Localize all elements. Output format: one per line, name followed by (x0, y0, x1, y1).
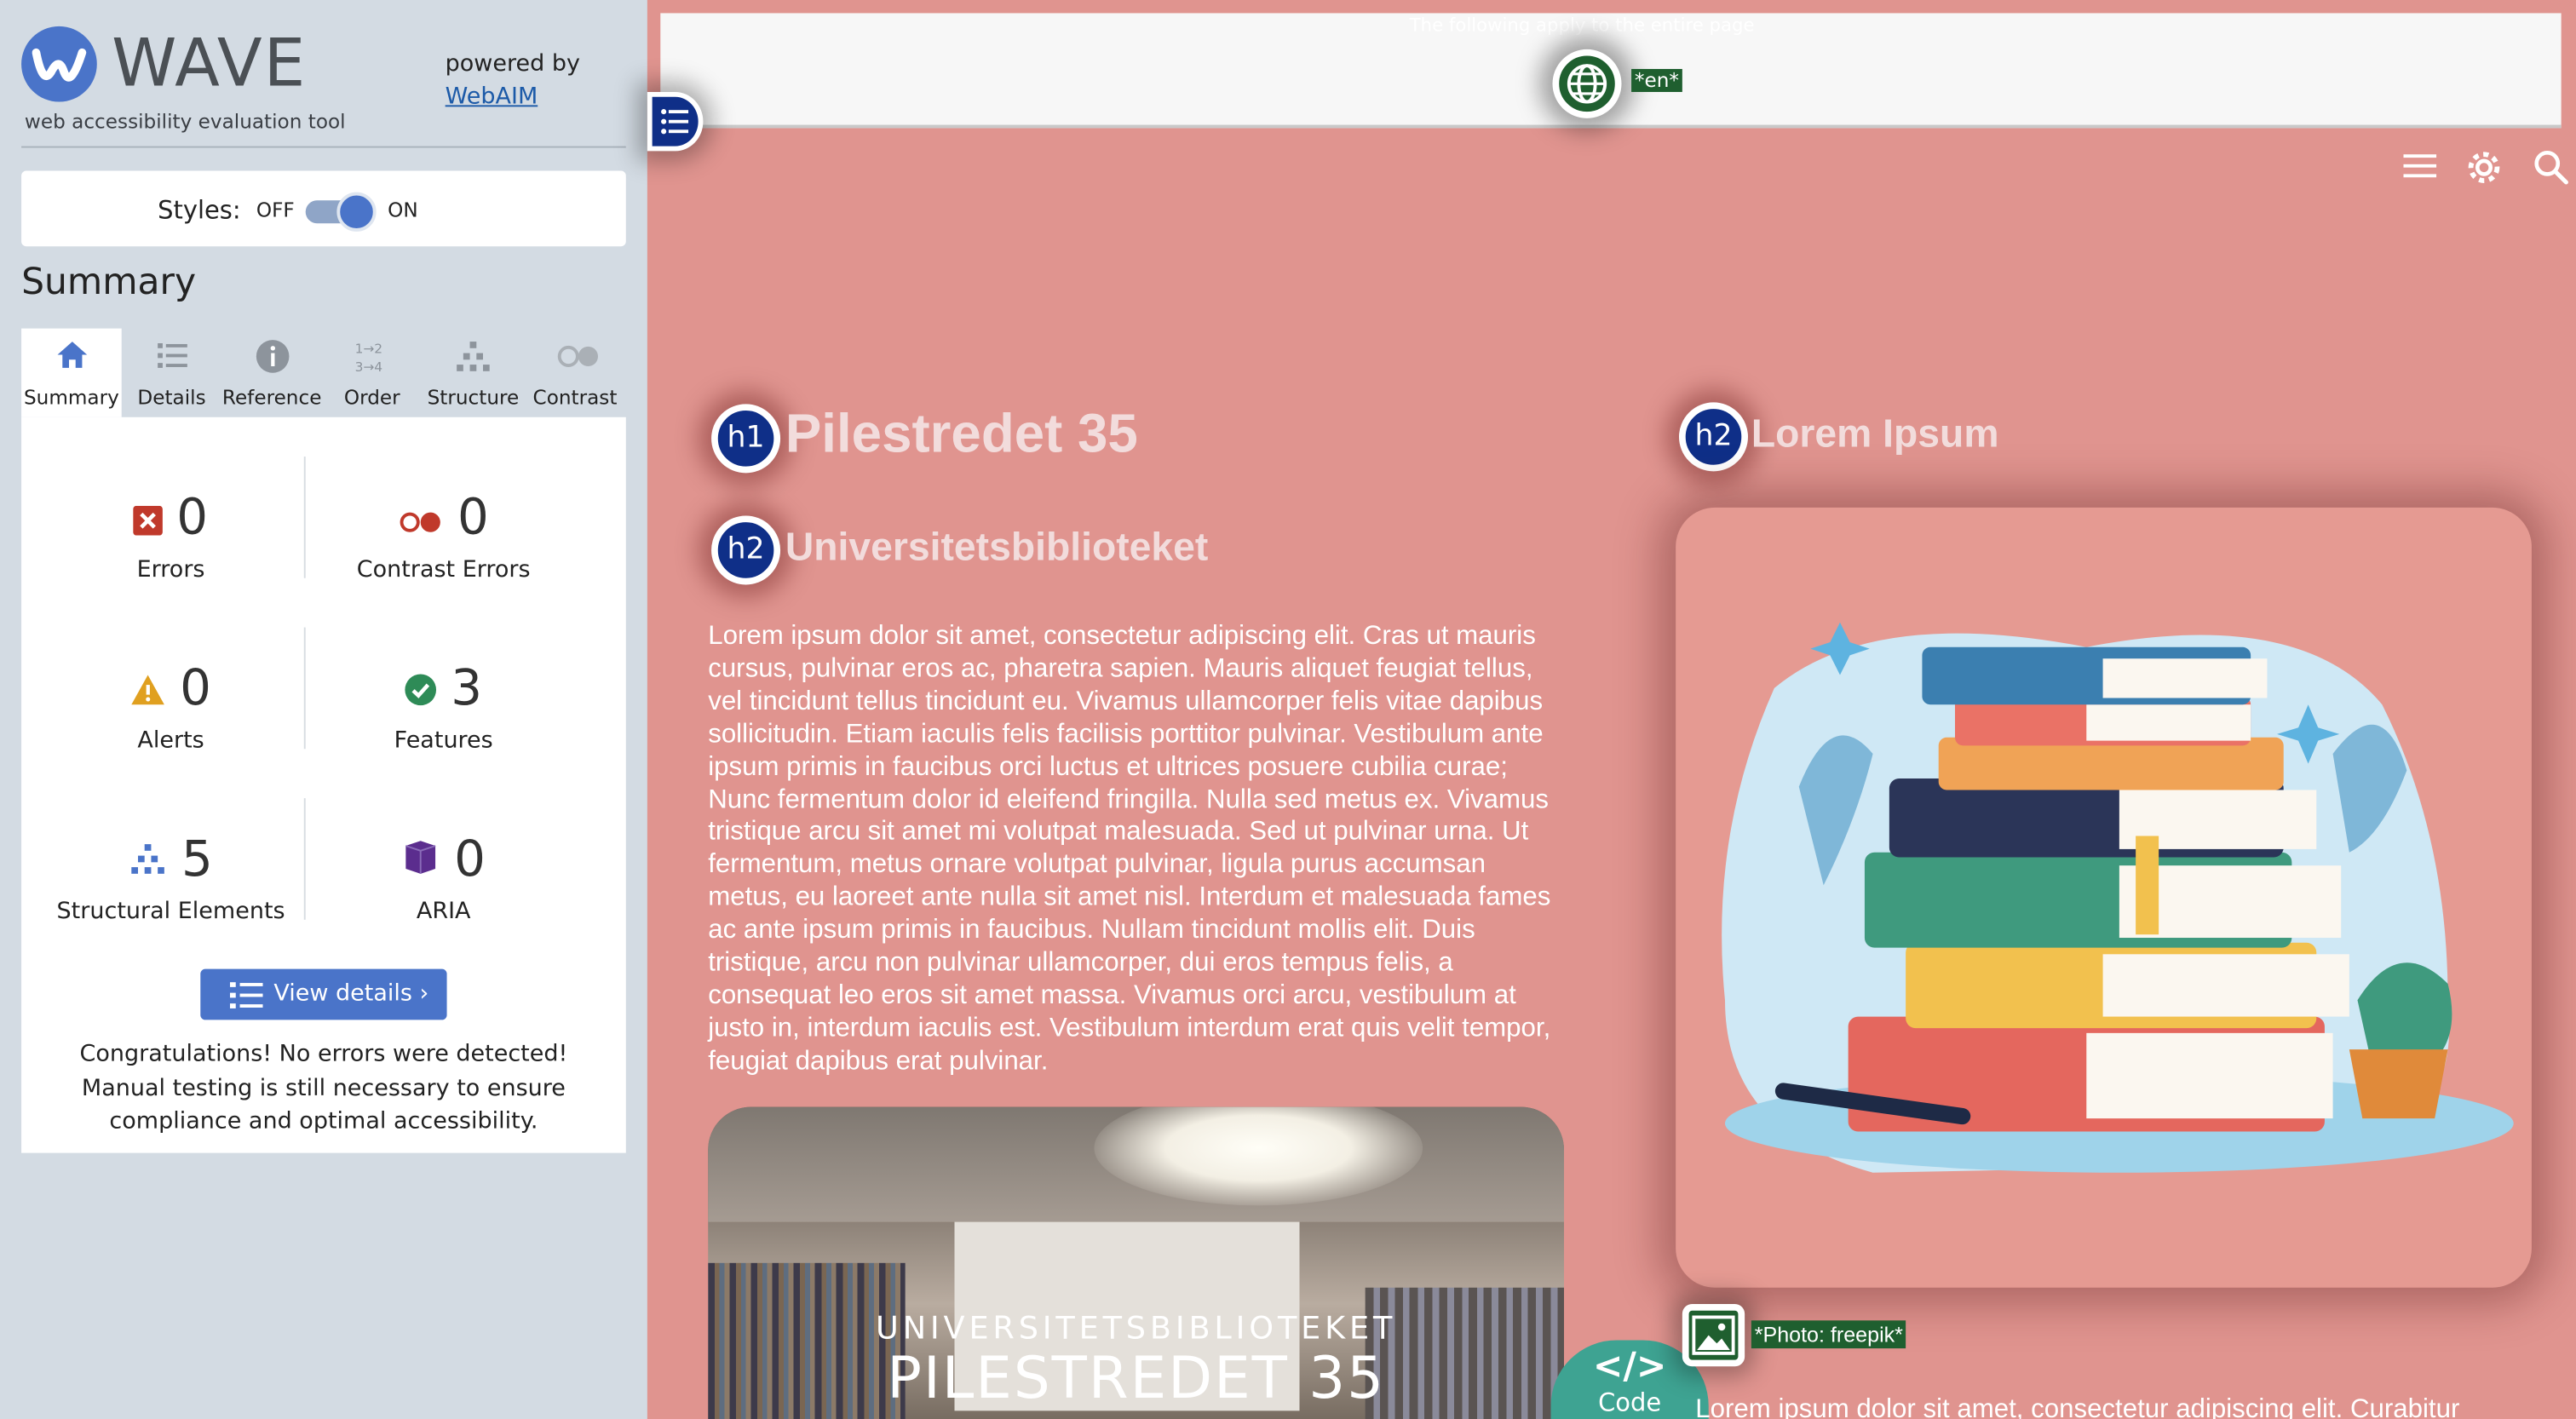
view-details-button[interactable]: View details › (200, 968, 447, 1020)
tab-structure-label: Structure (427, 386, 520, 410)
divider (303, 457, 306, 578)
h1-badge[interactable]: h1 (711, 404, 781, 474)
congrats-message: Congratulations! No errors were detected… (79, 1041, 568, 1135)
contrast-error-icon (399, 491, 445, 549)
tab-details[interactable]: Details (122, 329, 222, 417)
library-photo: UNIVERSITETSBIBLIOTEKET PILESTREDET 35 (708, 1106, 1564, 1419)
search-icon[interactable] (2532, 148, 2571, 198)
view-details-label: View details › (273, 980, 429, 1008)
skip-text: The following apply to the entire page (1409, 14, 1755, 37)
contrast-errors-label: Contrast Errors (356, 555, 531, 583)
page-h2-left: Universitetsbiblioteket (785, 526, 1209, 571)
contrast-errors-count: 0 (457, 489, 489, 548)
errors-summary[interactable]: 0 Errors (39, 490, 302, 583)
info-icon (252, 338, 291, 374)
errors-count: 0 (176, 489, 209, 548)
errors-label: Errors (136, 555, 205, 583)
books-illustration (1722, 622, 2514, 1173)
structural-count: 5 (181, 830, 213, 889)
features-count: 3 (451, 660, 483, 718)
wave-logo-text: WAVE (112, 26, 308, 102)
aria-label: ARIA (416, 897, 471, 924)
features-summary[interactable]: 3 Features (312, 660, 575, 753)
aria-count: 0 (454, 830, 486, 889)
photo-caption-line2: PILESTREDET 35 (887, 1347, 1385, 1413)
alerts-summary[interactable]: 0 Alerts (39, 660, 302, 753)
photo-credit-tag: *Photo: freepik* (1751, 1320, 1906, 1349)
structural-label: Structural Elements (56, 897, 285, 924)
aria-summary[interactable]: 0 ARIA (312, 831, 575, 924)
styles-label: Styles: (158, 195, 241, 226)
svg-text:1→2: 1→2 (354, 342, 382, 357)
wave-logo-subtitle: web accessibility evaluation tool (24, 110, 346, 134)
gear-icon[interactable] (2464, 148, 2504, 198)
styles-on-label: ON (388, 198, 418, 222)
right-paragraph: Lorem ipsum dolor sit amet, consectetur … (1695, 1394, 2460, 1419)
page-h1: Pilestredet 35 (785, 402, 1138, 463)
code-label: Code (1598, 1387, 1662, 1418)
wave-logo-icon (21, 26, 97, 102)
error-icon (134, 491, 164, 549)
structure-icon (453, 338, 492, 374)
styles-toggle-box: Styles: OFF ON (21, 170, 626, 247)
h2-badge[interactable]: h2 (711, 515, 781, 585)
tab-contrast-label: Contrast (532, 386, 618, 410)
page-h2-right: Lorem Ipsum (1751, 411, 1999, 457)
tab-reference[interactable]: Reference (221, 329, 322, 417)
alert-icon (130, 661, 166, 720)
tab-details-label: Details (137, 386, 206, 410)
structural-summary[interactable]: 5 Structural Elements (39, 831, 302, 924)
wave-tabs: Summary Details Reference 1→2 3→4 Order S… (21, 328, 626, 417)
webaim-link[interactable]: WebAIM (446, 83, 538, 110)
summary-heading: Summary (21, 262, 197, 304)
wave-sidebar: WAVE web accessibility evaluation tool p… (0, 0, 647, 1419)
alerts-label: Alerts (137, 727, 204, 754)
styles-toggle-knob[interactable] (336, 192, 377, 232)
divider (303, 798, 306, 920)
svg-text:3→4: 3→4 (354, 359, 382, 375)
home-icon (52, 338, 91, 374)
tab-reference-label: Reference (221, 386, 322, 410)
aria-cube-icon (401, 832, 440, 891)
contrast-icon (555, 338, 598, 374)
features-label: Features (394, 727, 493, 754)
language-icon[interactable] (1552, 49, 1622, 118)
divider (21, 146, 626, 148)
h2-badge[interactable]: h2 (1678, 402, 1748, 472)
order-icon: 1→2 3→4 (353, 338, 392, 375)
tab-order-label: Order (343, 386, 400, 410)
tab-contrast[interactable]: Contrast (524, 329, 626, 417)
tab-summary-label: Summary (23, 386, 119, 410)
photo-caption-line1: UNIVERSITETSBIBLIOTEKET (876, 1310, 1397, 1347)
contrast-errors-summary[interactable]: 0 Contrast Errors (312, 490, 575, 583)
image-feature-icon[interactable] (1682, 1304, 1745, 1367)
structure-icon (129, 832, 168, 891)
summary-panel: 0 Errors 0 Contrast Errors 0 Alerts 3 Fe… (21, 417, 626, 1153)
list-icon (229, 982, 263, 1014)
divider (303, 627, 306, 750)
skip-links-list-icon[interactable] (647, 91, 704, 152)
hamburger-menu-icon[interactable] (2402, 148, 2438, 194)
feature-check-icon (405, 661, 438, 720)
language-tag: *en* (1631, 68, 1682, 92)
books-illustration-card (1676, 507, 2532, 1288)
tab-structure[interactable]: Structure (423, 329, 525, 417)
powered-by-label: powered by (445, 50, 580, 78)
styles-off-label: OFF (256, 198, 295, 222)
body-paragraph: Lorem ipsum dolor sit amet, consectetur … (708, 620, 1551, 1076)
tab-summary[interactable]: Summary (21, 328, 122, 417)
tab-order[interactable]: 1→2 3→4 Order (322, 329, 423, 417)
alerts-count: 0 (180, 660, 211, 718)
list-icon (152, 338, 191, 374)
